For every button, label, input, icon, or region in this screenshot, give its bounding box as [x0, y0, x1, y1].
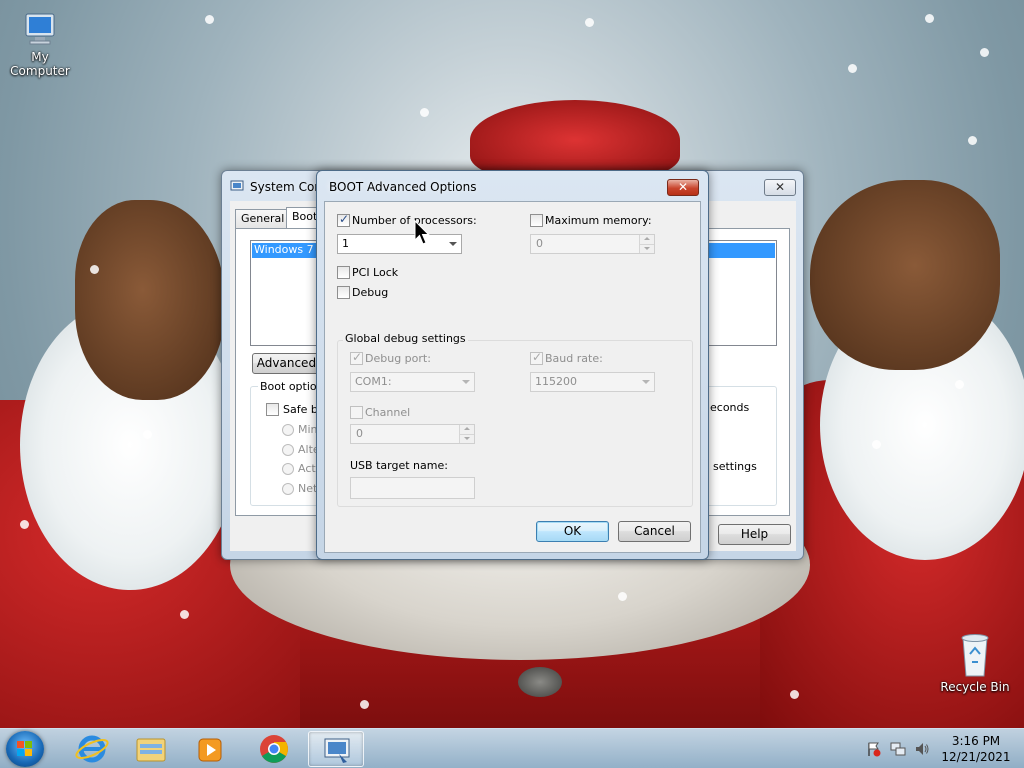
system-tray	[862, 739, 932, 759]
baud-rate-value: 115200	[535, 375, 577, 388]
system-configuration-icon	[230, 180, 244, 191]
computer-icon	[25, 13, 55, 45]
channel-checkbox[interactable]	[350, 406, 363, 419]
num-processors-value: 1	[342, 237, 349, 250]
spin-down-icon[interactable]	[459, 434, 474, 443]
tab-general[interactable]: General	[235, 209, 291, 229]
snowflake	[925, 14, 934, 23]
num-processors-checkbox[interactable]	[337, 212, 350, 227]
clock-time: 3:16 PM	[951, 734, 1001, 748]
baud-rate-select[interactable]: 115200	[530, 372, 655, 392]
snowflake	[848, 64, 857, 73]
channel-label: Channel	[365, 406, 411, 419]
clock-date: 12/21/2021	[941, 750, 1011, 764]
recycle-bin-icon	[961, 634, 989, 677]
max-memory-value: 0	[536, 237, 543, 250]
close-icon: ✕	[677, 180, 689, 194]
wallpaper-hat	[470, 100, 680, 180]
chevron-down-icon	[449, 242, 457, 246]
chevron-down-icon	[462, 380, 470, 384]
snowflake	[955, 380, 964, 389]
max-memory-checkbox[interactable]	[530, 214, 543, 227]
debug-port-value: COM1:	[355, 375, 392, 388]
start-button[interactable]	[6, 731, 44, 767]
network-icon[interactable]	[890, 741, 906, 757]
snowflake	[968, 136, 977, 145]
num-processors-select[interactable]: 1	[337, 234, 462, 254]
taskbar-system-configuration[interactable]	[308, 731, 364, 767]
ok-button[interactable]: OK	[536, 521, 609, 542]
desktop-icon-my-computer[interactable]: My Computer	[0, 10, 80, 78]
chrome-icon	[260, 735, 288, 763]
window-title: System Conf	[250, 180, 327, 194]
action-center-icon[interactable]	[866, 741, 882, 757]
baud-rate-checkbox[interactable]	[530, 350, 543, 365]
wallpaper-coat-button	[518, 667, 562, 697]
desktop-icon-recycle-bin[interactable]: Recycle Bin	[935, 630, 1015, 694]
chevron-down-icon	[642, 380, 650, 384]
radio-minimal[interactable]	[282, 424, 294, 436]
debug-port-checkbox[interactable]	[350, 350, 363, 365]
spin-up-icon[interactable]	[459, 425, 474, 434]
debug-checkbox[interactable]	[337, 286, 350, 299]
wallpaper-glove-right	[810, 180, 1000, 370]
snowflake	[205, 15, 214, 24]
safe-boot-checkbox[interactable]	[266, 403, 279, 416]
global-debug-label: Global debug settings	[343, 332, 468, 345]
windows-logo-icon	[17, 741, 32, 756]
desktop-icon-label: Recycle Bin	[940, 680, 1010, 694]
usb-target-label: USB target name:	[350, 459, 448, 472]
snowflake	[585, 18, 594, 27]
taskbar: 3:16 PM 12/21/2021	[0, 728, 1024, 768]
channel-value: 0	[356, 427, 363, 440]
taskbar-internet-explorer[interactable]	[64, 731, 120, 767]
snowflake	[420, 108, 429, 117]
channel-input[interactable]: 0	[350, 424, 475, 444]
internet-explorer-icon	[75, 735, 109, 763]
boot-advanced-options-dialog[interactable]: BOOT Advanced Options ✕ Number of proces…	[316, 170, 709, 560]
pci-lock-checkbox[interactable]	[337, 266, 350, 279]
taskbar-clock[interactable]: 3:16 PM 12/21/2021	[936, 733, 1016, 765]
snowflake	[790, 690, 799, 699]
pci-lock-label: PCI Lock	[352, 266, 399, 279]
max-memory-input[interactable]: 0	[530, 234, 655, 254]
snowflake	[980, 48, 989, 57]
desktop-icon-label: My Computer	[10, 50, 70, 78]
snowflake	[90, 265, 99, 274]
usb-target-input[interactable]	[350, 477, 475, 499]
help-button[interactable]: Help	[718, 524, 791, 545]
taskbar-windows-explorer[interactable]	[123, 731, 179, 767]
close-icon: ✕	[774, 180, 786, 194]
taskbar-media-player[interactable]	[182, 731, 238, 767]
timeout-seconds-label: econds	[710, 401, 750, 414]
radio-network[interactable]	[282, 483, 294, 495]
windows-explorer-icon	[136, 738, 166, 762]
debug-port-select[interactable]: COM1:	[350, 372, 475, 392]
make-settings-permanent-label: settings	[713, 460, 757, 473]
radio-active-directory[interactable]	[282, 463, 294, 475]
volume-icon[interactable]	[914, 741, 930, 757]
system-configuration-icon	[324, 738, 350, 763]
radio-alternate-shell[interactable]	[282, 444, 294, 456]
snowflake	[872, 440, 881, 449]
max-memory-label: Maximum memory:	[545, 214, 652, 227]
snowflake	[180, 610, 189, 619]
debug-port-label: Debug port:	[365, 352, 431, 365]
mouse-cursor-icon	[414, 220, 430, 245]
snowflake	[143, 430, 152, 439]
snowflake	[360, 700, 369, 709]
debug-label: Debug	[352, 286, 389, 299]
snowflake	[20, 520, 29, 529]
close-button[interactable]: ✕	[667, 179, 699, 196]
spin-down-icon[interactable]	[639, 244, 654, 253]
taskbar-chrome[interactable]	[246, 731, 302, 767]
dialog-title: BOOT Advanced Options	[329, 180, 477, 194]
cancel-button[interactable]: Cancel	[618, 521, 691, 542]
snowflake	[618, 592, 627, 601]
wallpaper-glove-left	[75, 200, 225, 400]
spin-up-icon[interactable]	[639, 235, 654, 244]
baud-rate-label: Baud rate:	[545, 352, 603, 365]
media-player-icon	[198, 738, 222, 762]
close-button[interactable]: ✕	[764, 179, 796, 196]
